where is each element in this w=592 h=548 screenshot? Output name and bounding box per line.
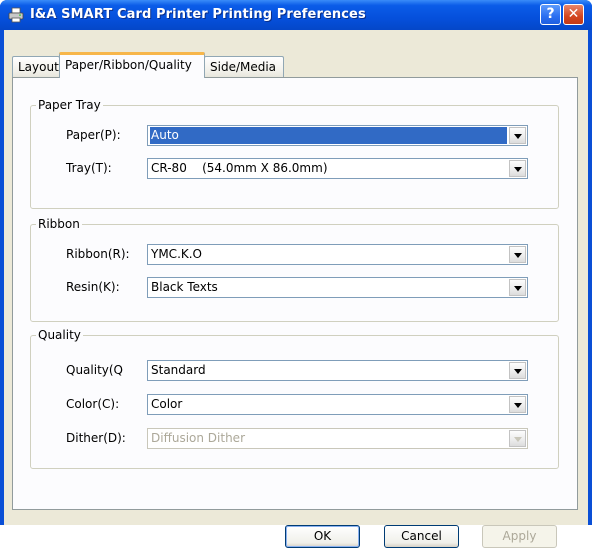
resin-label: Resin(K): [66,280,120,294]
ok-button[interactable]: OK [285,525,360,548]
quality-select[interactable]: Standard [147,360,528,381]
paper-tray-title: Paper Tray [36,98,103,112]
chevron-down-icon[interactable] [509,396,526,413]
dither-select-value: Diffusion Dither [151,431,245,445]
ribbon-select[interactable]: YMC.K.O [147,244,528,265]
quality-label: Quality(Q [66,363,124,377]
tray-label: Tray(T): [66,161,112,175]
dialog-window: I&A SMART Card Printer Printing Preferen… [0,0,592,548]
tray-select-value: CR-80 (54.0mm X 86.0mm) [151,161,328,175]
tab-side-media[interactable]: Side/Media [204,56,284,77]
ribbon-title: Ribbon [36,217,82,231]
tab-paper-ribbon-quality[interactable]: Paper/Ribbon/Quality [59,52,205,78]
tray-select[interactable]: CR-80 (54.0mm X 86.0mm) [147,158,528,179]
quality-title: Quality [36,328,83,342]
ribbon-label: Ribbon(R): [66,247,130,261]
title-bar[interactable]: I&A SMART Card Printer Printing Preferen… [0,0,592,30]
paper-tray-group: Paper Tray Paper(P): Auto Tray(T): CR-80… [30,98,559,209]
chevron-down-icon[interactable] [509,362,526,379]
apply-button: Apply [482,525,557,548]
quality-select-value: Standard [151,363,206,377]
paper-label: Paper(P): [66,128,121,142]
color-select[interactable]: Color [147,394,528,415]
help-button[interactable]: ? [540,4,561,25]
cancel-button[interactable]: Cancel [384,525,459,548]
ribbon-group: Ribbon Ribbon(R): YMC.K.O Resin(K): Blac… [30,217,559,322]
chevron-down-icon[interactable] [509,246,526,263]
chevron-down-icon [509,430,526,447]
quality-group: Quality Quality(Q Standard Color(C): Col… [30,328,559,469]
dither-select: Diffusion Dither [147,428,528,449]
paper-select[interactable]: Auto [147,125,528,146]
dither-label: Dither(D): [66,431,126,445]
tab-bar: Layout Paper/Ribbon/Quality Side/Media [12,52,572,78]
chevron-down-icon[interactable] [509,127,526,144]
window-title: I&A SMART Card Printer Printing Preferen… [30,7,366,22]
paper-select-value: Auto [150,127,507,144]
dialog-client-area: Layout Paper/Ribbon/Quality Side/Media P… [4,30,588,548]
printer-icon [8,7,24,23]
color-label: Color(C): [66,397,120,411]
resin-select-value: Black Texts [151,280,218,294]
tab-layout[interactable]: Layout [12,56,60,77]
color-select-value: Color [151,397,183,411]
resin-select[interactable]: Black Texts [147,277,528,298]
chevron-down-icon[interactable] [509,160,526,177]
close-button[interactable]: ✕ [563,4,584,25]
chevron-down-icon[interactable] [509,279,526,296]
tab-panel: Paper Tray Paper(P): Auto Tray(T): CR-80… [12,77,578,510]
ribbon-select-value: YMC.K.O [151,247,203,261]
